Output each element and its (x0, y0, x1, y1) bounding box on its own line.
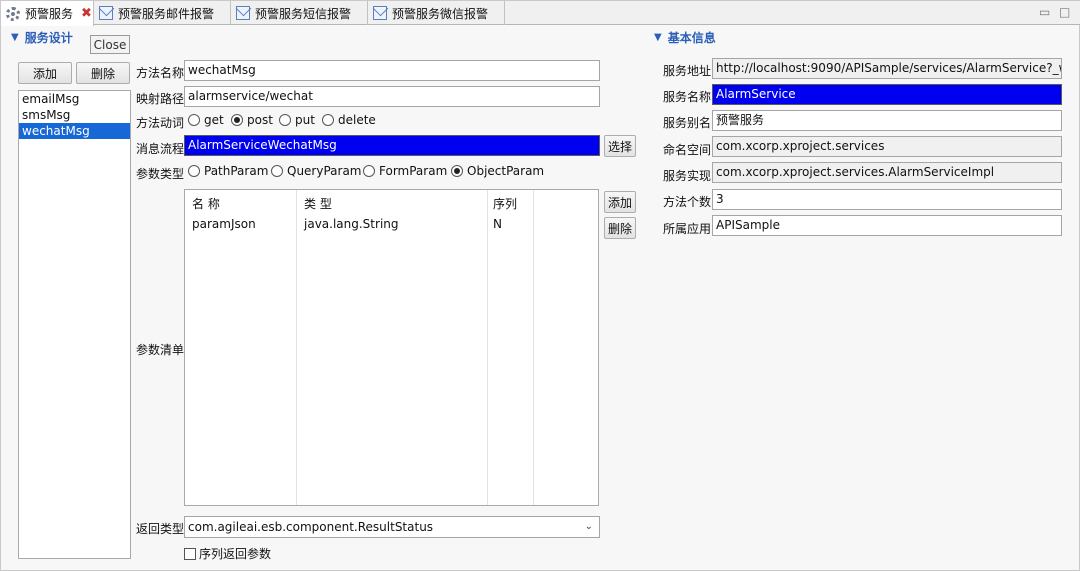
tab-label: 预警服务短信报警 (255, 6, 352, 21)
service-name-field[interactable]: AlarmService (712, 84, 1062, 105)
param-table[interactable]: 名 称 类 型 序列 paramJson java.lang.String N (184, 189, 599, 506)
chevron-down-icon[interactable]: ⌄ (585, 517, 593, 537)
tab-bar: 预警服务 ✖ 预警服务邮件报警 预警服务短信报警 预警服务微信报警 ▭ □ (1, 1, 1080, 26)
column-divider (488, 190, 534, 505)
delete-param-button[interactable]: 删除 (604, 217, 636, 239)
checkbox-label: 序列返回参数 (199, 547, 272, 561)
tab-label: 预警服务 (25, 7, 74, 21)
radio-button[interactable] (271, 165, 283, 177)
radio-delete[interactable]: delete (322, 113, 376, 127)
mail-icon (99, 6, 113, 20)
http-verb-label: 方法动词 (136, 116, 185, 130)
radio-path-param[interactable]: PathParam (188, 164, 268, 178)
radio-button[interactable] (322, 114, 334, 126)
service-alias-label: 服务别名 (663, 116, 712, 130)
mail-icon (236, 6, 250, 20)
delete-method-button[interactable]: 删除 (76, 62, 130, 84)
method-name-label: 方法名称 (136, 66, 185, 80)
table-cell-seq: N (493, 217, 502, 231)
section-title: 服务设计 (24, 30, 73, 45)
column-header-seq[interactable]: 序列 (493, 195, 517, 212)
list-item-selected[interactable]: wechatMsg (19, 123, 130, 139)
add-param-button[interactable]: 添加 (604, 191, 636, 213)
method-count-field[interactable]: 3 (712, 189, 1062, 210)
add-method-button[interactable]: 添加 (18, 62, 72, 84)
service-impl-label: 服务实现 (663, 169, 712, 183)
service-name-label: 服务名称 (663, 90, 712, 104)
method-list[interactable]: emailMsg smsMsg wechatMsg (18, 90, 131, 559)
radio-button[interactable] (279, 114, 291, 126)
method-name-field[interactable]: wechatMsg (184, 60, 600, 81)
column-divider (297, 190, 488, 505)
radio-label: QueryParam (287, 164, 362, 178)
mail-icon (373, 6, 387, 20)
mapping-path-field[interactable]: alarmservice/wechat (184, 86, 600, 107)
service-editor-window: 预警服务 ✖ 预警服务邮件报警 预警服务短信报警 预警服务微信报警 ▭ □ ▼ … (0, 0, 1080, 571)
radio-label: put (295, 113, 315, 127)
application-field[interactable]: APISample (712, 215, 1062, 236)
radio-label: get (204, 113, 224, 127)
radio-button-selected[interactable] (231, 114, 243, 126)
return-type-label: 返回类型 (136, 522, 185, 536)
list-item[interactable]: smsMsg (19, 107, 130, 123)
namespace-label: 命名空间 (663, 143, 712, 157)
tab-email-alarm[interactable]: 预警服务邮件报警 (94, 1, 231, 25)
tab-alarm-service[interactable]: 预警服务 ✖ (1, 1, 94, 26)
message-flow-label: 消息流程 (136, 142, 185, 156)
service-design-header[interactable]: ▼ 服务设计 (11, 29, 73, 45)
selected-value: com.agileai.esb.component.ResultStatus (188, 520, 434, 534)
service-impl-field[interactable]: com.xcorp.xproject.services.AlarmService… (712, 162, 1062, 183)
close-tooltip: Close (90, 35, 130, 54)
tab-label: 预警服务邮件报警 (118, 6, 215, 21)
collapse-arrow-icon: ▼ (11, 31, 19, 43)
tab-label: 预警服务微信报警 (392, 6, 489, 21)
radio-label: PathParam (204, 164, 269, 178)
basic-info-header[interactable]: ▼ 基本信息 (654, 29, 716, 45)
return-type-select[interactable]: com.agileai.esb.component.ResultStatus ⌄ (184, 516, 600, 538)
namespace-field[interactable]: com.xcorp.xproject.services (712, 136, 1062, 157)
minimize-icon[interactable]: ▭ (1039, 5, 1050, 19)
radio-label: delete (338, 113, 376, 127)
radio-button[interactable] (188, 114, 200, 126)
gear-icon (6, 6, 20, 21)
column-divider (185, 190, 297, 505)
collapse-arrow-icon: ▼ (654, 31, 662, 43)
tab-wechat-alarm[interactable]: 预警服务微信报警 (368, 1, 505, 25)
param-list-label: 参数清单 (136, 343, 185, 357)
table-cell-type: java.lang.String (304, 217, 399, 231)
section-title: 基本信息 (667, 30, 716, 45)
maximize-icon[interactable]: □ (1059, 5, 1070, 19)
close-icon[interactable]: ✖ (81, 6, 92, 21)
table-cell-name: paramJson (192, 217, 256, 231)
service-alias-field[interactable]: 预警服务 (712, 110, 1062, 131)
radio-query-param[interactable]: QueryParam (271, 164, 362, 178)
radio-object-param[interactable]: ObjectParam (451, 164, 544, 178)
mapping-path-label: 映射路径 (136, 92, 185, 106)
radio-put[interactable]: put (279, 113, 315, 127)
service-url-field[interactable]: http://localhost:9090/APISample/services… (712, 58, 1062, 79)
list-item[interactable]: emailMsg (19, 91, 130, 107)
checkbox[interactable] (184, 547, 196, 560)
service-url-label: 服务地址 (663, 64, 712, 78)
radio-label: post (247, 113, 273, 127)
radio-button-selected[interactable] (451, 165, 463, 177)
radio-label: ObjectParam (467, 164, 545, 178)
column-header-name[interactable]: 名 称 (192, 195, 220, 212)
message-flow-field[interactable]: AlarmServiceWechatMsg (184, 135, 600, 156)
select-flow-button[interactable]: 选择 (604, 135, 636, 157)
radio-get[interactable]: get (188, 113, 224, 127)
tab-sms-alarm[interactable]: 预警服务短信报警 (231, 1, 368, 25)
serialize-return-checkbox[interactable]: 序列返回参数 (184, 545, 271, 562)
radio-post[interactable]: post (231, 113, 273, 127)
radio-button[interactable] (188, 165, 200, 177)
radio-button[interactable] (363, 165, 375, 177)
application-label: 所属应用 (663, 222, 712, 236)
radio-label: FormParam (379, 164, 448, 178)
param-type-label: 参数类型 (136, 167, 185, 181)
method-count-label: 方法个数 (663, 195, 712, 209)
radio-form-param[interactable]: FormParam (363, 164, 447, 178)
column-header-type[interactable]: 类 型 (304, 195, 332, 212)
